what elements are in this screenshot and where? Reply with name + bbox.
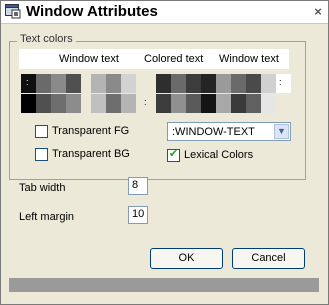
dialog-title: Window Attributes [26,3,158,20]
lexical-colors-checkbox[interactable]: ✔ [167,148,180,162]
color-swatch[interactable] [106,74,121,93]
transparent-bg-label: Transparent BG [52,148,130,160]
left-margin-label: Left margin [19,211,75,223]
cancel-button[interactable]: Cancel [232,248,305,269]
color-swatch[interactable] [121,94,136,113]
transparent-bg-checkbox[interactable] [35,148,48,161]
window-attributes-dialog: Window Attributes × Text colors Window t… [0,0,329,305]
color-swatch[interactable]: : [139,94,154,113]
color-swatch[interactable] [231,94,246,113]
color-swatch[interactable] [51,94,66,113]
color-swatch[interactable] [21,94,36,113]
color-swatch[interactable] [246,74,261,93]
tab-width-label: Tab width [19,182,66,194]
color-swatch[interactable] [231,74,246,93]
color-swatch[interactable] [261,74,276,93]
left-margin-input[interactable]: 10 [128,206,148,224]
color-swatch[interactable] [216,94,231,113]
text-colors-label: Text colors [17,33,76,46]
transparent-fg-checkbox[interactable] [35,125,48,138]
color-swatch[interactable] [171,94,186,113]
text-color-select[interactable]: :WINDOW-TEXT ▼ [167,122,291,141]
color-swatch[interactable] [216,74,231,93]
color-swatch[interactable]: : [276,74,291,93]
title-bar[interactable]: Window Attributes × [1,1,328,24]
color-swatch[interactable] [156,94,171,113]
checkmark-icon: ✔ [168,148,179,160]
close-icon[interactable]: × [312,5,324,18]
color-swatch[interactable] [106,94,121,113]
color-swatch[interactable]: : [21,74,36,93]
color-swatch[interactable] [186,94,201,113]
ok-button[interactable]: OK [150,248,223,269]
window-app-icon [5,4,21,19]
color-swatch[interactable] [156,74,171,93]
color-swatch[interactable] [201,94,216,113]
text-color-select-value: :WINDOW-TEXT [172,126,255,138]
header-window-text: Window text [59,53,119,65]
color-swatch[interactable] [66,94,81,113]
header-window-text-2: Window text [219,53,279,65]
color-swatch[interactable] [91,74,106,93]
chevron-down-icon[interactable]: ▼ [274,124,289,139]
color-swatch[interactable] [36,94,51,113]
color-swatch[interactable] [36,74,51,93]
color-swatch[interactable] [91,94,106,113]
lexical-colors-label: Lexical Colors [184,149,254,161]
color-swatch[interactable] [51,74,66,93]
color-swatch[interactable] [261,94,276,113]
color-swatch-grid: : : : [21,74,291,114]
color-swatch[interactable] [201,74,216,93]
transparent-fg-label: Transparent FG [52,125,130,137]
color-swatch[interactable] [66,74,81,93]
color-swatch[interactable] [121,74,136,93]
tab-width-input[interactable]: 8 [128,177,148,195]
color-swatch[interactable] [171,74,186,93]
status-bar [9,278,319,292]
color-swatch[interactable] [186,74,201,93]
header-colored-text: Colored text [144,53,204,65]
color-swatch[interactable] [246,94,261,113]
